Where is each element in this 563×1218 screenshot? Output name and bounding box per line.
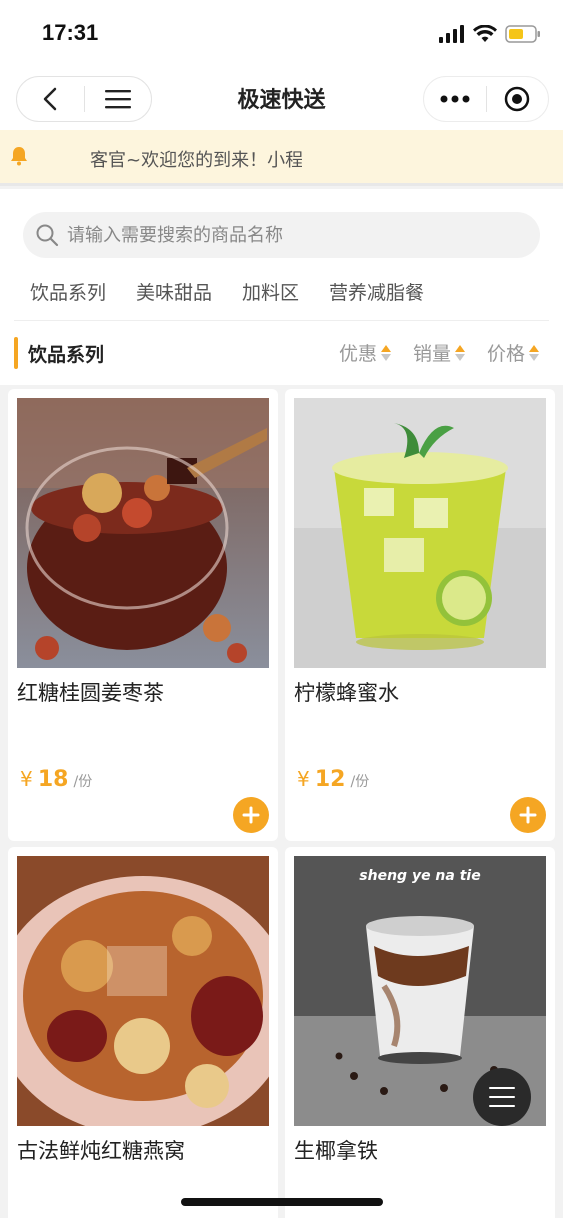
sort-label: 销量 [412,343,451,365]
product-image[interactable] [294,398,546,668]
section-title: 饮品系列 [28,343,105,366]
nav-capsule-right [423,76,549,122]
product-name: 柠檬蜂蜜水 [294,681,399,705]
section-header: 饮品系列 [14,337,104,369]
hamburger-icon [489,1087,515,1107]
floating-menu-button[interactable] [473,1068,531,1126]
sort-arrows-icon [380,344,391,361]
product-card[interactable]: sheng ye na tie 生椰拿铁 [285,847,555,1218]
section-marker [14,337,18,369]
bell-icon [11,147,27,166]
add-to-cart-button[interactable] [233,797,269,833]
notice-text: 客官~欢迎您的到来！小程序 [90,150,302,171]
status-icons [439,24,541,44]
price-unit: /份 [350,774,370,790]
price-currency: ¥ [297,767,310,791]
price-value: 12 [314,767,346,792]
sort-price-button[interactable]: 价格 [487,339,539,366]
search-icon [36,224,59,247]
more-icon [440,95,470,103]
sort-sales-button[interactable]: 销量 [413,339,465,366]
price-value: 18 [37,767,69,792]
search-input[interactable] [67,224,507,246]
product-image[interactable] [17,398,269,668]
sort-options: 优惠 销量 价格 [339,339,539,366]
sort-discount-button[interactable]: 优惠 [339,339,391,366]
price-currency: ¥ [20,767,33,791]
battery-icon [505,25,540,43]
sort-label: 价格 [486,343,525,365]
plus-icon [242,806,260,824]
more-button[interactable] [424,76,486,122]
nav-bar: 极速快送 [0,68,563,130]
notice-bar: 客官~欢迎您的到来！小程序 [0,130,563,186]
status-time: 17:31 [42,20,99,45]
search-box[interactable] [23,212,540,258]
product-name: 古法鲜炖红糖燕窝 [17,1139,185,1163]
home-indicator[interactable] [181,1198,383,1206]
category-tab-desserts[interactable]: 美味甜品 [136,278,212,305]
add-to-cart-button[interactable] [510,797,546,833]
image-caption: sheng ye na tie [359,868,480,884]
sort-arrows-icon [454,344,465,361]
category-tabs: 饮品系列 美味甜品 加料区 营养减脂餐 [30,278,454,305]
product-card[interactable]: 古法鲜炖红糖燕窝 [8,847,278,1218]
product-card[interactable]: 红糖桂圆姜枣茶 ¥ 18 /份 [8,389,278,841]
product-name: 生椰拿铁 [294,1139,378,1163]
target-icon [504,86,530,112]
divider [14,320,549,321]
sort-label: 优惠 [338,343,377,365]
filter-panel: 饮品系列 美味甜品 加料区 营养减脂餐 饮品系列 优惠 销量 价格 [0,189,563,385]
sort-arrows-icon [529,344,539,361]
plus-icon [519,806,537,824]
product-name: 红糖桂圆姜枣茶 [17,681,164,705]
category-tab-drinks[interactable]: 饮品系列 [30,278,106,305]
product-price: ¥ 12 /份 [297,767,369,792]
price-unit: /份 [73,774,93,790]
close-miniprogram-button[interactable] [486,76,548,122]
category-tab-diet-meals[interactable]: 营养减脂餐 [329,278,424,305]
product-image[interactable] [17,856,269,1126]
category-tab-toppings[interactable]: 加料区 [242,278,299,305]
status-bar: 17:31 [0,0,563,68]
signal-icon [439,25,464,43]
product-card[interactable]: 柠檬蜂蜜水 ¥ 12 /份 [285,389,555,841]
product-price: ¥ 18 /份 [20,767,92,792]
wifi-icon [473,25,497,42]
